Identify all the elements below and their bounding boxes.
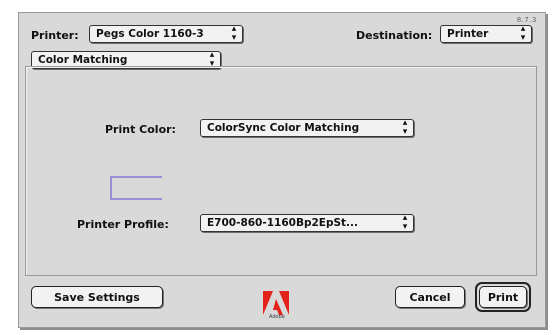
up-down-arrows-icon: ▴ ▾ xyxy=(402,119,408,137)
printer-profile-label: Printer Profile: xyxy=(77,218,169,231)
printer-value: Pegs Color 1160-3 xyxy=(96,28,204,40)
destination-popup[interactable]: Printer ▴ ▾ xyxy=(440,25,532,43)
destination-value: Printer xyxy=(447,28,489,40)
printer-profile-popup[interactable]: E700-860-1160Bp2EpSt... ▴ ▾ xyxy=(200,214,414,232)
print-button[interactable]: Print xyxy=(479,286,527,308)
print-color-value: ColorSync Color Matching xyxy=(207,122,360,134)
up-down-arrows-icon: ▴ ▾ xyxy=(231,25,237,43)
up-down-arrows-icon: ▴ ▾ xyxy=(402,214,408,232)
print-color-label: Print Color: xyxy=(105,123,176,136)
up-down-arrows-icon: ▴ ▾ xyxy=(520,25,526,43)
printer-popup[interactable]: Pegs Color 1160-3 ▴ ▾ xyxy=(89,25,243,43)
print-color-popup[interactable]: ColorSync Color Matching ▴ ▾ xyxy=(200,119,414,137)
destination-label: Destination: xyxy=(356,29,433,42)
printer-label: Printer: xyxy=(31,29,79,42)
profile-color-swatch xyxy=(110,176,162,200)
printer-profile-value: E700-860-1160Bp2EpSt... xyxy=(207,217,359,229)
color-matching-panel: Print Color: ColorSync Color Matching ▴ ▾… xyxy=(25,66,537,276)
print-dialog: 8.7.3 Printer: Pegs Color 1160-3 ▴ ▾ Dest… xyxy=(18,12,546,328)
save-settings-button[interactable]: Save Settings xyxy=(31,286,163,308)
version-text: 8.7.3 xyxy=(516,16,537,24)
logo-text: Adobe xyxy=(269,314,285,320)
panel-value: Color Matching xyxy=(38,54,128,66)
cancel-button[interactable]: Cancel xyxy=(395,286,465,308)
